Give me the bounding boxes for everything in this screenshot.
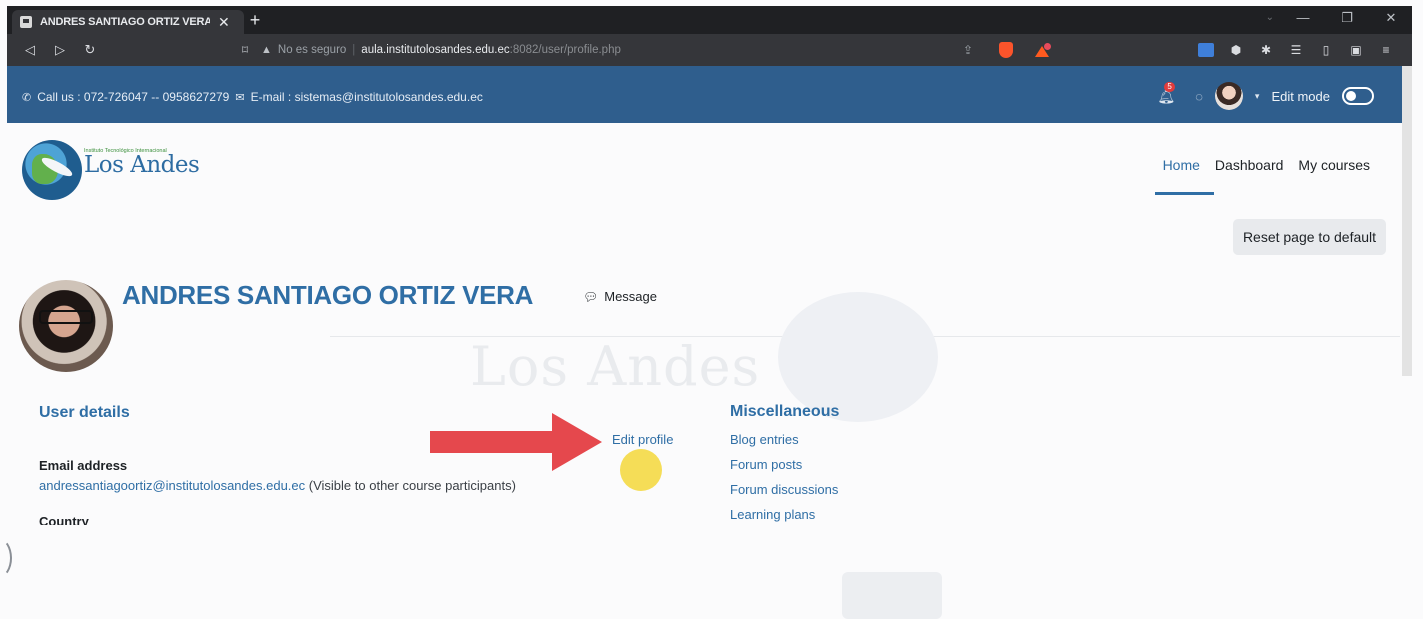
message-button[interactable]: 💬︎ Message — [583, 289, 657, 304]
email-contact-text: E-mail : sistemas@institutolosandes.edu.… — [250, 90, 483, 104]
sidebar-icon[interactable]: ▯ — [1318, 43, 1334, 57]
phone-text: Call us : 072-726047 -- 0958627279 — [37, 90, 230, 104]
reset-page-button[interactable]: Reset page to default — [1233, 219, 1386, 255]
chevron-down-icon[interactable]: ▾ — [1255, 91, 1260, 102]
tab-title: ANDRES SANTIAGO ORTIZ VERA — [40, 16, 210, 28]
logo-globe-icon — [22, 140, 82, 200]
email-link[interactable]: andressantiagoortiz@institutolosandes.ed… — [39, 478, 305, 493]
miscellaneous-heading: Miscellaneous — [730, 403, 840, 420]
forum-posts-link[interactable]: Forum posts — [730, 457, 838, 482]
tab-strip: ANDRES SANTIAGO ORTIZ VERA ✕ + ⌄ — ❐ ✕ — [7, 6, 1412, 34]
email-row: andressantiagoortiz@institutolosandes.ed… — [39, 478, 516, 493]
forum-discussions-link[interactable]: Forum discussions — [730, 482, 838, 507]
bookmark-icon[interactable]: ⌑ — [235, 43, 255, 57]
brave-shields-icon[interactable] — [999, 42, 1013, 58]
url-text: aula.institutolosandes.edu.ec:8082/user/… — [361, 44, 621, 56]
window-controls: — ❐ ✕ — [1296, 10, 1398, 26]
notification-count-badge: 5 — [1164, 81, 1175, 92]
playlist-icon[interactable]: ☰ — [1288, 43, 1304, 57]
edit-profile-link[interactable]: Edit profile — [612, 432, 673, 447]
blog-entries-link[interactable]: Blog entries — [730, 432, 838, 457]
warning-icon: ▲ — [261, 44, 272, 56]
not-secure-label: No es seguro — [277, 44, 347, 56]
favicon-icon — [20, 16, 32, 28]
shield-extension-icon[interactable]: ⬢ — [1228, 43, 1244, 57]
user-menu-area: 🔔︎ 5 ◌ ▾ Edit mode — [1157, 81, 1374, 110]
nav-dashboard[interactable]: Dashboard — [1215, 157, 1284, 173]
url-path: :8082/user/profile.php — [509, 44, 621, 56]
edit-mode-label: Edit mode — [1271, 88, 1330, 104]
watermark-box — [842, 572, 942, 619]
new-tab-button[interactable]: + — [245, 10, 265, 30]
address-bar[interactable]: ▲ No es seguro | aula.institutolosandes.… — [261, 38, 1051, 62]
extensions-puzzle-icon[interactable]: ✱ — [1258, 43, 1274, 57]
country-label: Country — [39, 514, 89, 525]
share-icon[interactable]: ⇪ — [963, 43, 973, 57]
minimize-icon[interactable]: — — [1296, 10, 1310, 26]
messages-icon[interactable]: ◌ — [1195, 89, 1203, 104]
brave-rewards-icon[interactable] — [1035, 43, 1051, 57]
translate-extension-icon[interactable] — [1198, 43, 1214, 57]
red-arrow-annotation — [430, 413, 602, 471]
speech-bubble-icon: 💬︎ — [583, 289, 599, 304]
site-logo[interactable]: Instituto Tecnológico Internacional Los … — [22, 140, 212, 202]
profile-avatar — [19, 280, 113, 372]
reload-icon[interactable]: ↻ — [75, 42, 105, 58]
message-label: Message — [604, 289, 657, 304]
address-separator: | — [352, 44, 356, 56]
drawer-toggle-edge[interactable] — [0, 538, 12, 578]
forward-icon[interactable]: ▷ — [45, 42, 75, 58]
browser-tab[interactable]: ANDRES SANTIAGO ORTIZ VERA ✕ — [12, 10, 244, 34]
contact-info: ✆ Call us : 072-726047 -- 0958627279 ✉ E… — [22, 90, 483, 104]
url-host: aula.institutolosandes.edu.ec — [361, 44, 510, 56]
restore-icon[interactable]: ❐ — [1340, 10, 1354, 26]
edit-mode-toggle[interactable] — [1342, 87, 1374, 105]
browser-toolbar: ◁ ▷ ↻ ⌑ ▲ No es seguro | aula.institutol… — [7, 34, 1412, 66]
miscellaneous-list: Blog entries Forum posts Forum discussio… — [730, 432, 838, 532]
tab-search-icon[interactable]: ⌄ — [1266, 12, 1274, 23]
nav-home[interactable]: Home — [1154, 157, 1215, 195]
browser-window: ANDRES SANTIAGO ORTIZ VERA ✕ + ⌄ — ❐ ✕ ◁… — [7, 6, 1412, 66]
close-window-icon[interactable]: ✕ — [1384, 10, 1398, 26]
menu-icon[interactable]: ≡ — [1378, 43, 1394, 57]
page-scrollbar[interactable] — [1402, 66, 1412, 376]
logo-name: Los Andes — [84, 152, 200, 178]
extension-icons: ⬢ ✱ ☰ ▯ ▣ ≡ — [1198, 43, 1394, 57]
back-icon[interactable]: ◁ — [15, 42, 45, 58]
watermark-logo-text: Los Andes — [470, 335, 761, 398]
nav-my-courses[interactable]: My courses — [1298, 157, 1370, 173]
primary-navigation: Home Dashboard My courses — [1154, 157, 1370, 195]
notifications-bell-icon[interactable]: 🔔︎ 5 — [1157, 81, 1175, 105]
email-visibility-note: (Visible to other course participants) — [308, 478, 516, 493]
profile-name: ANDRES SANTIAGO ORTIZ VERA — [122, 280, 534, 310]
cursor-highlight — [620, 449, 662, 491]
user-avatar[interactable] — [1214, 82, 1243, 110]
email-label: Email address — [39, 458, 128, 473]
learning-plans-link[interactable]: Learning plans — [730, 507, 838, 532]
mail-icon: ✉ — [235, 91, 245, 104]
user-details-heading: User details — [39, 404, 130, 421]
wallet-icon[interactable]: ▣ — [1348, 43, 1364, 57]
site-top-bar: ✆ Call us : 072-726047 -- 0958627279 ✉ E… — [7, 66, 1412, 123]
close-tab-icon[interactable]: ✕ — [218, 15, 230, 29]
phone-icon: ✆ — [22, 91, 32, 104]
